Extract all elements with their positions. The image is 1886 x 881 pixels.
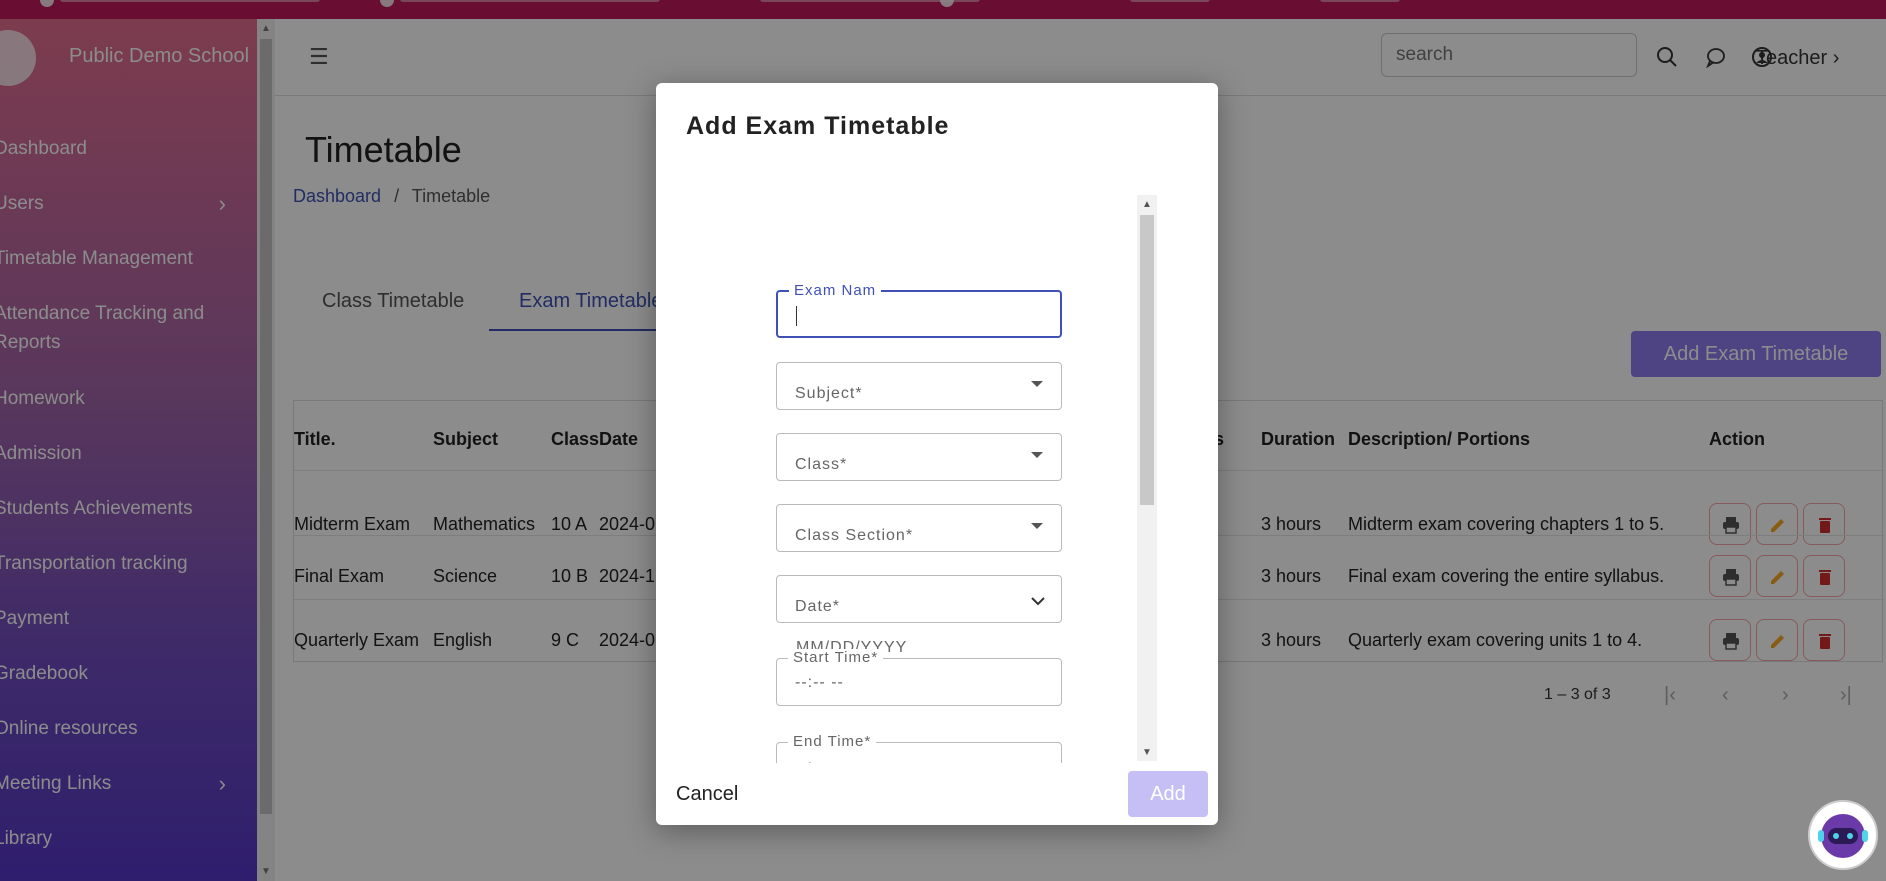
text-cursor (796, 306, 797, 326)
dropdown-arrow-icon (1031, 381, 1043, 387)
class-label: Class* (795, 456, 848, 473)
dialog-form: Exam Nam Subject* Class* Class Section* … (776, 196, 1079, 763)
exam-name-label: Exam Nam (789, 282, 882, 299)
dropdown-arrow-icon (1031, 523, 1043, 529)
dialog-title: Add Exam Timetable (686, 112, 950, 140)
dropdown-arrow-icon (1031, 452, 1043, 458)
start-time-label: Start Time* (788, 649, 884, 666)
start-time-field[interactable]: Start Time* --:-- -- (776, 649, 1062, 706)
scrollbar-thumb[interactable] (1140, 215, 1154, 505)
dialog-scrollbar[interactable]: ▲ ▼ (1137, 195, 1157, 761)
scroll-down-icon[interactable]: ▼ (1142, 747, 1152, 758)
subject-label: Subject* (795, 385, 863, 402)
add-button[interactable]: Add (1128, 771, 1208, 817)
class-section-select[interactable]: Class Section* (776, 504, 1062, 552)
date-field[interactable]: Date* (776, 575, 1062, 623)
add-exam-timetable-dialog: Add Exam Timetable Exam Nam Subject* Cla… (656, 83, 1218, 825)
class-section-label: Class Section* (795, 527, 914, 544)
class-select[interactable]: Class* (776, 433, 1062, 481)
end-time-field[interactable]: End Time* --:-- -- (776, 733, 1062, 763)
date-label: Date* (795, 598, 841, 615)
end-time-value: --:-- -- (795, 758, 844, 763)
start-time-value: --:-- -- (795, 674, 844, 691)
end-time-label: End Time* (788, 733, 877, 750)
robot-icon (1818, 814, 1868, 858)
chatbot-button[interactable] (1808, 800, 1878, 870)
cancel-button[interactable]: Cancel (676, 783, 738, 806)
chevron-down-icon (1031, 597, 1045, 606)
subject-select[interactable]: Subject* (776, 362, 1062, 410)
scroll-up-icon[interactable]: ▲ (1142, 199, 1152, 210)
exam-name-field[interactable]: Exam Nam (776, 282, 1062, 338)
